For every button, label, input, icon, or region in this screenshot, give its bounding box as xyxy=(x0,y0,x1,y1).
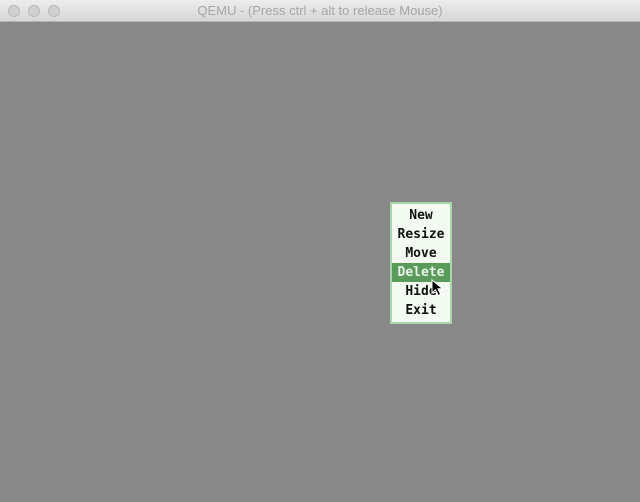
qemu-window: QEMU - (Press ctrl + alt to release Mous… xyxy=(0,0,640,502)
menu-item-exit[interactable]: Exit xyxy=(392,301,450,320)
title-bar[interactable]: QEMU - (Press ctrl + alt to release Mous… xyxy=(0,0,640,22)
menu-item-resize[interactable]: Resize xyxy=(392,225,450,244)
menu-item-move[interactable]: Move xyxy=(392,244,450,263)
guest-screen[interactable]: New Resize Move Delete Hide Exit xyxy=(0,22,640,502)
arrow-cursor-icon xyxy=(431,279,445,297)
context-menu: New Resize Move Delete Hide Exit xyxy=(390,202,452,324)
window-title: QEMU - (Press ctrl + alt to release Mous… xyxy=(197,3,443,18)
menu-item-new[interactable]: New xyxy=(392,206,450,225)
